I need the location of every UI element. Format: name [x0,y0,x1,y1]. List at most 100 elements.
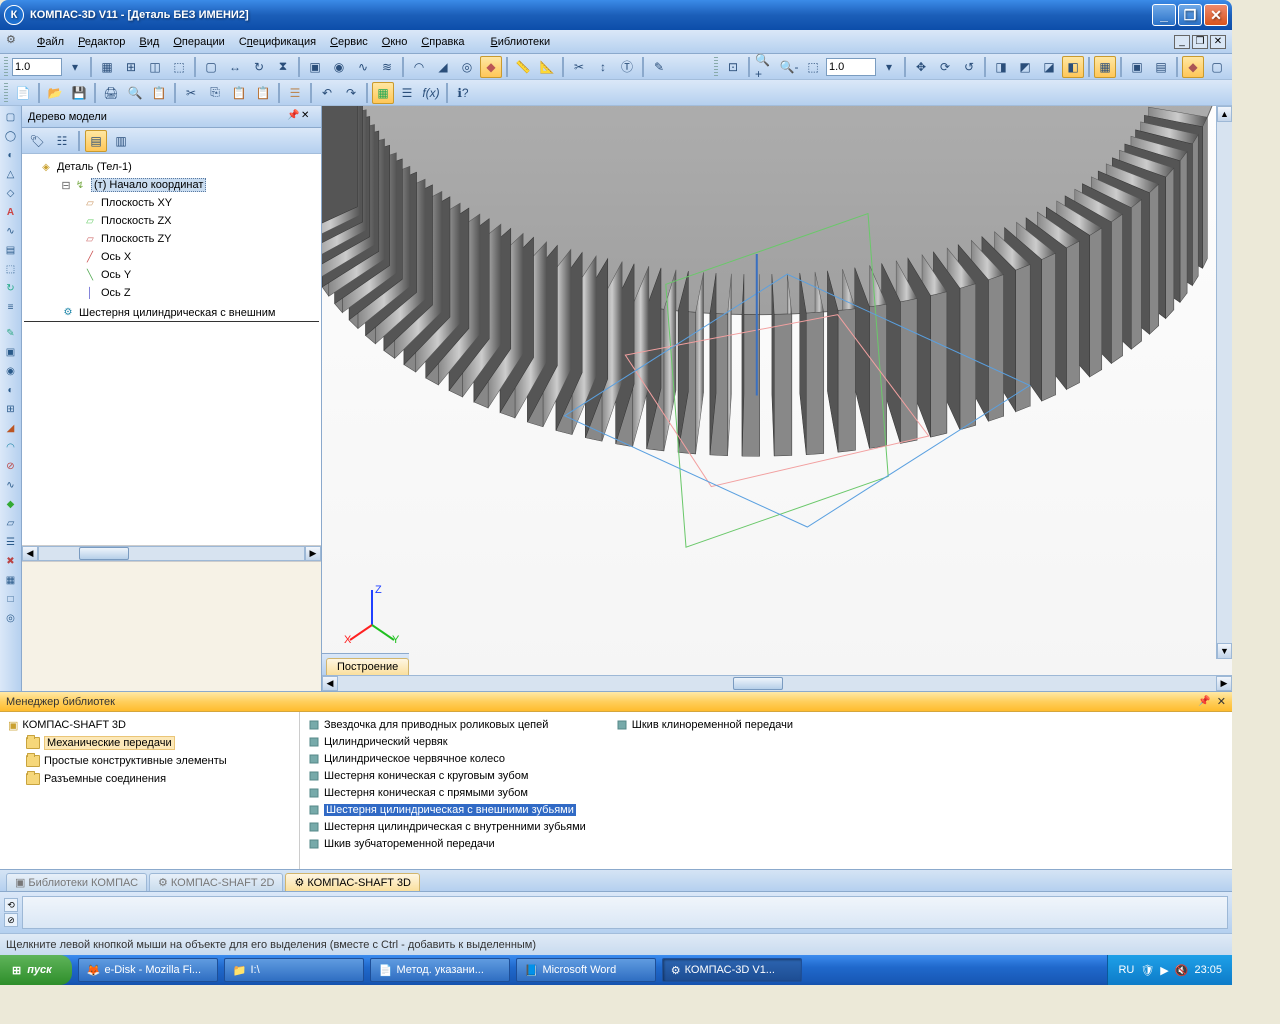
tb-move[interactable]: ↔ [224,56,246,78]
vscroll-up[interactable]: ▲ [1217,106,1232,122]
vt-4[interactable]: △ [1,165,21,183]
tree-axis-z[interactable]: │ Ось Z [24,284,319,302]
tb-save[interactable]: 💾 [68,82,90,104]
tb-print[interactable]: 🖨 [100,82,122,104]
tb-measure1[interactable]: 📏 [512,56,534,78]
libmgr-tab[interactable]: ⚙КОМПАС-SHAFT 2D [149,873,283,891]
vt-3[interactable]: ◐ [1,146,21,164]
menu-specification[interactable]: Спецификация [232,34,323,50]
collapse-icon[interactable]: ⊟ [60,179,72,192]
tb-look[interactable]: ↺ [958,56,980,78]
menu-view[interactable]: Вид [132,34,166,50]
vp-hscroll-thumb[interactable] [733,677,783,690]
scale-input[interactable] [12,58,62,76]
vt-24[interactable]: ✖ [1,552,21,570]
vp-hscroll-left[interactable]: ◀ [322,676,338,691]
tb-plot[interactable]: 📋 [148,82,170,104]
libmgr-tab[interactable]: ▣Библиотеки КОМПАС [6,873,147,891]
lib-item[interactable]: Шкив клиноременной передачи [616,716,793,733]
vt-16[interactable]: ⊞ [1,400,21,418]
start-button[interactable]: ⊞ пуск [0,955,72,985]
close-button[interactable]: ✕ [1204,4,1228,26]
tb-view-top[interactable]: ◪ [1038,56,1060,78]
libmgr-pin[interactable]: 📌 [1198,696,1210,707]
taskbar-task[interactable]: ⚙КОМПАС-3D V1... [662,958,802,982]
tree-axis-y[interactable]: ╲ Ось Y [24,266,319,284]
vt-9[interactable]: ⬚ [1,260,21,278]
vt-22[interactable]: ▱ [1,514,21,532]
lib-folder-0[interactable]: Механические передачи [4,734,295,752]
taskbar-task[interactable]: 📄Метод. указани... [370,958,510,982]
tb-extrude[interactable]: ▣ [304,56,326,78]
lib-item[interactable]: Цилиндрическое червячное колесо [308,750,586,767]
tree-axis-x[interactable]: ╱ Ось X [24,248,319,266]
hscroll-left[interactable]: ◀ [22,546,38,561]
tb-chamfer[interactable]: ◢ [432,56,454,78]
scale-dropdown[interactable]: ▾ [64,56,86,78]
tb-highlight[interactable]: ◆ [480,56,502,78]
mdi-minimize[interactable]: _ [1174,35,1190,49]
3d-viewport[interactable]: Z X Y ▲ ▼ [322,106,1232,675]
tray-clock[interactable]: 23:05 [1194,964,1222,976]
tb-loft[interactable]: ≋ [376,56,398,78]
tb-paste[interactable]: 📋 [228,82,250,104]
mdi-restore[interactable]: ❐ [1192,35,1208,49]
lib-folder-2[interactable]: Разъемные соединения [4,770,295,788]
vt-6[interactable]: A [1,203,21,221]
vt-1[interactable]: ▢ [1,108,21,126]
menu-libraries[interactable]: Библиотеки [484,34,558,50]
tb-libmgr[interactable]: ▦ [372,82,394,104]
menu-service[interactable]: Сервис [323,34,375,50]
tb-persp[interactable]: ◆ [1182,56,1204,78]
menu-window[interactable]: Окно [375,34,415,50]
viewport-tab[interactable]: Построение [326,658,409,675]
libmgr-tab[interactable]: ⚙КОМПАС-SHAFT 3D [285,873,419,891]
tb-redo[interactable]: ↷ [340,82,362,104]
vt-8[interactable]: ▤ [1,241,21,259]
tb-view-iso[interactable]: ◨ [990,56,1012,78]
tb-view-front[interactable]: ◩ [1014,56,1036,78]
tree-pin[interactable]: 📌 [287,110,301,124]
tb-section[interactable]: ✂ [568,56,590,78]
tb-cut[interactable]: ✂ [180,82,202,104]
mdi-close[interactable]: ✕ [1210,35,1226,49]
tb-zoom-all[interactable]: ⊡ [722,56,744,78]
zoom-dd[interactable]: ▾ [878,56,900,78]
vt-23[interactable]: ☰ [1,533,21,551]
tb-measure2[interactable]: 📐 [536,56,558,78]
tb-rotate[interactable]: ↻ [248,56,270,78]
tree-tb2[interactable]: ☷ [51,130,73,152]
tb-sweep[interactable]: ∿ [352,56,374,78]
vt-18[interactable]: ◠ [1,438,21,456]
vt-25[interactable]: ▦ [1,571,21,589]
tb-undo[interactable]: ↶ [316,82,338,104]
lib-item[interactable]: Шестерня коническая с прямыми зубом [308,784,586,801]
vt-14[interactable]: ◉ [1,362,21,380]
vt-27[interactable]: ◎ [1,609,21,627]
tree-feature-gear[interactable]: ⚙ Шестерня цилиндрическая с внешним [24,304,319,322]
tray-icon-3[interactable]: 🔇 [1175,964,1189,977]
tb-new[interactable]: 📄 [12,82,34,104]
tb-shell[interactable]: ◎ [456,56,478,78]
tb-sketch[interactable]: ✎ [648,56,670,78]
tree-tb4[interactable]: ▥ [110,130,132,152]
tree-plane-zy[interactable]: ▱ Плоскость ZY [24,230,319,248]
tree-plane-xy[interactable]: ▱ Плоскость XY [24,194,319,212]
lib-item[interactable]: Шкив зубчатоременной передачи [308,835,586,852]
tb-copy[interactable]: ⎘ [204,82,226,104]
tree-plane-zx[interactable]: ▱ Плоскость ZX [24,212,319,230]
tree-root[interactable]: ◈ Деталь (Тел-1) [24,158,319,176]
lib-item[interactable]: Цилиндрический червяк [308,733,586,750]
tb-dim[interactable]: ↕ [592,56,614,78]
menu-editor[interactable]: Редактор [71,34,132,50]
menu-help[interactable]: Справка [414,34,471,50]
vt-20[interactable]: ∿ [1,476,21,494]
tb-orbit[interactable]: ⟳ [934,56,956,78]
vscroll-down[interactable]: ▼ [1217,643,1232,659]
tb-view-shaded[interactable]: ◧ [1062,56,1084,78]
lib-item[interactable]: Шестерня коническая с круговым зубом [308,767,586,784]
tb-snap[interactable]: ◫ [144,56,166,78]
tb-zoom-window[interactable]: ⬚ [802,56,824,78]
system-menu-icon[interactable]: ⚙ [6,33,24,51]
tb-pan[interactable]: ✥ [910,56,932,78]
